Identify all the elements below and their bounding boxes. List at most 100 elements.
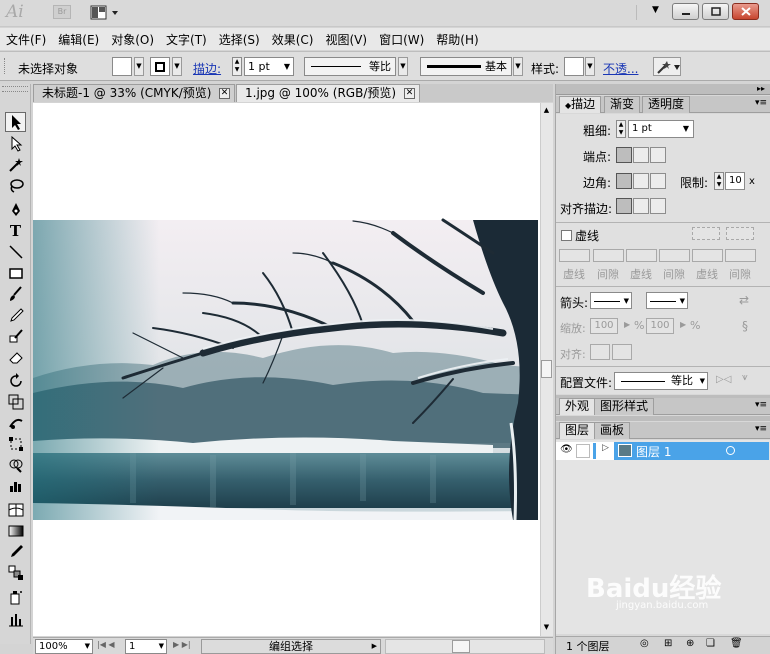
magic-wand-tool[interactable] <box>5 155 26 175</box>
zoom-field[interactable]: 100% ▼ <box>35 639 93 654</box>
gap-field-2[interactable] <box>659 249 690 262</box>
eyedropper-tool[interactable] <box>5 542 26 562</box>
line-tool[interactable] <box>5 242 26 262</box>
scroll-down-icon[interactable]: ▼ <box>542 623 551 632</box>
pen-tool[interactable] <box>5 200 26 220</box>
locate-object-icon[interactable]: ◎ <box>640 638 649 649</box>
style-dropdown[interactable]: ▼ <box>585 57 595 76</box>
link-icon[interactable]: § <box>742 319 748 333</box>
mesh-tool[interactable] <box>5 500 26 520</box>
width-profile-select[interactable]: 等比 ▼ <box>614 372 708 390</box>
projecting-cap-button[interactable] <box>650 147 666 163</box>
brush-dropdown[interactable]: ▼ <box>513 57 523 76</box>
clipping-mask-icon[interactable]: ⊞ <box>664 638 672 649</box>
panel-menu-icon[interactable]: ▾≡ <box>755 400 767 410</box>
symbol-sprayer-tool[interactable] <box>5 587 26 607</box>
align-outside-button[interactable] <box>650 198 666 214</box>
page-field[interactable]: 1 ▼ <box>125 639 167 654</box>
gradient-tool[interactable] <box>5 521 26 541</box>
align-center-button[interactable] <box>616 198 632 214</box>
dashed-checkbox[interactable] <box>561 230 572 241</box>
dash-field-1[interactable] <box>559 249 590 262</box>
tab-gradient[interactable]: 渐变 <box>604 96 641 113</box>
blend-tool[interactable] <box>5 563 26 583</box>
rotate-tool[interactable] <box>5 371 26 391</box>
scale-end-field[interactable]: 100 <box>646 318 674 334</box>
profile-field[interactable]: 等比 <box>304 57 396 76</box>
scale-stepper-icon[interactable]: ▶ <box>680 320 686 329</box>
menu-object[interactable]: 对象(O) <box>111 31 162 48</box>
type-tool[interactable]: T <box>5 221 26 241</box>
close-button[interactable] <box>732 3 759 20</box>
arrow-align-button-1[interactable] <box>590 344 610 360</box>
gap-field-1[interactable] <box>593 249 624 262</box>
weight-stepper-panel[interactable]: ▲ ▼ <box>616 120 626 138</box>
scroll-thumb[interactable] <box>541 360 552 378</box>
column-graph-tool[interactable] <box>5 609 26 629</box>
new-layer-icon[interactable]: ❏ <box>706 638 715 649</box>
dock-header[interactable]: ▸▸ <box>556 84 770 95</box>
pencil-tool[interactable] <box>5 305 26 325</box>
dash-field-3[interactable] <box>692 249 723 262</box>
rectangle-tool[interactable] <box>5 263 26 283</box>
minimize-button[interactable] <box>672 3 699 20</box>
free-transform-tool[interactable] <box>5 434 26 454</box>
next-page-icon[interactable]: ▶ ▶| <box>173 640 191 649</box>
warp-tool[interactable] <box>5 413 26 433</box>
scale-stepper-icon[interactable]: ▶ <box>624 320 630 329</box>
trash-icon[interactable]: 🗑 <box>730 638 743 649</box>
flip-vertical-icon[interactable]: ⩛ <box>742 372 748 383</box>
tab-close-icon[interactable]: ✕ <box>219 88 230 99</box>
stroke-weight-field[interactable]: 1 pt ▼ <box>244 57 294 76</box>
new-sublayer-icon[interactable]: ⊕ <box>686 638 694 649</box>
target-circle-icon[interactable] <box>726 446 735 455</box>
layer-row[interactable]: 👁 ▷ 图层 1 <box>556 442 769 460</box>
fill-dropdown[interactable]: ▼ <box>134 57 144 76</box>
dash-preset-1[interactable] <box>692 227 720 240</box>
toolbar-grip[interactable] <box>2 86 28 92</box>
collapse-icon[interactable]: ▸▸ <box>757 84 765 93</box>
weight-stepper[interactable]: ▲ ▼ <box>232 57 242 76</box>
scale-tool[interactable] <box>5 392 26 412</box>
tab-artboards[interactable]: 画板 <box>594 422 631 439</box>
menu-view[interactable]: 视图(V) <box>325 31 375 48</box>
menu-window[interactable]: 窗口(W) <box>379 31 432 48</box>
menu-file[interactable]: 文件(F) <box>6 31 54 48</box>
blob-brush-tool[interactable] <box>5 326 26 346</box>
dash-preset-2[interactable] <box>726 227 754 240</box>
tab-close-icon[interactable]: ✕ <box>404 88 415 99</box>
workspace-dropdown-icon[interactable]: ▼ <box>652 5 659 15</box>
round-cap-button[interactable] <box>633 147 649 163</box>
tab-graphic-styles[interactable]: 图形样式 <box>594 398 655 415</box>
brush-field[interactable]: 基本 <box>420 57 512 76</box>
tab-appearance[interactable]: 外观 <box>559 398 596 415</box>
selection-tool[interactable] <box>5 112 26 132</box>
menu-help[interactable]: 帮助(H) <box>436 31 486 48</box>
weight-field[interactable]: 1 pt ▼ <box>628 120 694 138</box>
direct-selection-tool[interactable] <box>5 134 26 154</box>
lasso-tool[interactable] <box>5 176 26 196</box>
menu-effect[interactable]: 效果(C) <box>272 31 322 48</box>
vertical-scrollbar[interactable]: ▲ ▼ <box>540 103 553 636</box>
bridge-button[interactable]: Br <box>53 5 71 19</box>
swap-arrows-icon[interactable]: ⇄ <box>739 293 749 307</box>
shape-builder-tool[interactable] <box>5 455 26 475</box>
arrow-align-button-2[interactable] <box>612 344 632 360</box>
menu-type[interactable]: 文字(T) <box>166 31 215 48</box>
opacity-link[interactable]: 不透... <box>603 60 638 77</box>
start-arrow-select[interactable]: ▼ <box>590 292 632 309</box>
limit-field[interactable]: 10 <box>725 172 745 190</box>
miter-join-button[interactable] <box>616 173 632 189</box>
dash-field-2[interactable] <box>626 249 657 262</box>
end-arrow-select[interactable]: ▼ <box>646 292 688 309</box>
grip-handle[interactable] <box>4 58 6 74</box>
stroke-swatch[interactable] <box>150 57 170 76</box>
tab-stroke[interactable]: ◆描边 <box>559 96 602 113</box>
paintbrush-tool[interactable] <box>5 284 26 304</box>
h-scroll-thumb[interactable] <box>452 640 470 653</box>
menu-select[interactable]: 选择(S) <box>219 31 268 48</box>
tab-untitled-1[interactable]: 未标题-1 @ 33% (CMYK/预览) ✕ <box>33 84 235 102</box>
eye-icon[interactable]: 👁 <box>560 444 573 455</box>
stroke-dropdown[interactable]: ▼ <box>172 57 182 76</box>
butt-cap-button[interactable] <box>616 147 632 163</box>
